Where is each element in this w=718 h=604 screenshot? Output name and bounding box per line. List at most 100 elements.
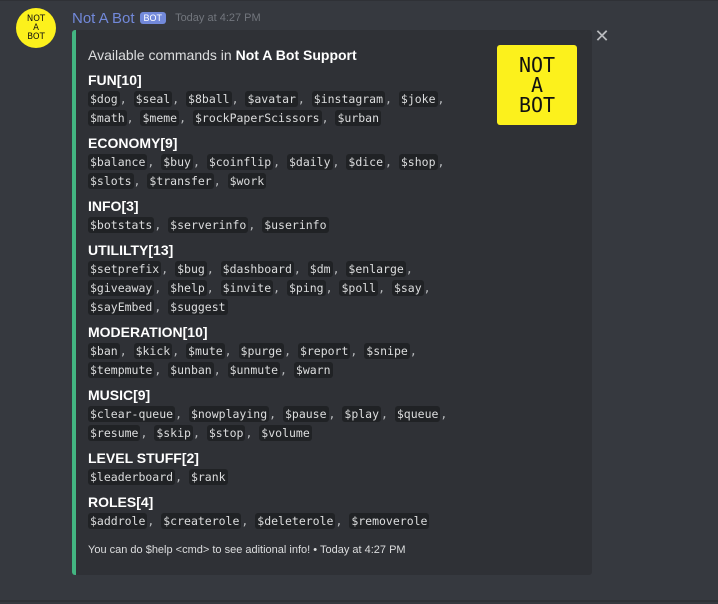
command-code: $tempmute: [88, 362, 155, 378]
command-section: LEVEL STUFF[2] $leaderboard, $rank: [88, 449, 488, 487]
command-separator: ,: [175, 407, 189, 421]
command-code: $volume: [259, 425, 312, 441]
command-separator: ,: [172, 344, 187, 358]
command-separator: ,: [154, 218, 169, 232]
embed-thumbnail[interactable]: NOT A BOT: [497, 45, 577, 125]
command-separator: ,: [273, 281, 287, 295]
command-code: $sayEmbed: [88, 299, 155, 315]
command-code: $dog: [88, 91, 120, 107]
command-separator: ,: [206, 281, 221, 295]
command-code: $bug: [175, 261, 207, 277]
command-separator: ,: [321, 111, 336, 125]
command-list: $clear-queue, $nowplaying, $pause, $play…: [88, 405, 488, 443]
embed: Available commands in Not A Bot Support …: [72, 30, 592, 575]
command-separator: ,: [147, 155, 162, 169]
command-separator: ,: [175, 470, 189, 484]
command-section: INFO[3] $botstats, $serverinfo, $userinfo: [88, 197, 488, 235]
command-code: $warn: [293, 362, 333, 378]
command-separator: ,: [179, 111, 193, 125]
command-code: $work: [227, 173, 267, 189]
command-separator: ,: [280, 363, 294, 377]
command-code: $suggest: [168, 299, 228, 315]
command-section: UTILILTY[13] $setprefix, $bug, $dashboard…: [88, 241, 488, 317]
command-separator: ,: [213, 363, 228, 377]
command-separator: ,: [241, 514, 256, 528]
command-code: $dashboard: [220, 261, 294, 277]
command-separator: ,: [133, 174, 148, 188]
section-title: UTILILTY[13]: [88, 242, 174, 258]
command-code: $poll: [339, 280, 379, 296]
command-separator: ,: [437, 92, 445, 106]
command-code: $unmute: [227, 362, 281, 378]
username[interactable]: Not A Bot: [72, 10, 135, 27]
command-separator: ,: [192, 426, 207, 440]
command-code: $shop: [398, 154, 438, 170]
command-code: $snipe: [364, 343, 410, 359]
command-section: ECONOMY[9] $balance, $buy, $coinflip, $da…: [88, 134, 488, 191]
command-code: $leaderboard: [88, 469, 176, 485]
command-separator: ,: [119, 92, 134, 106]
command-separator: ,: [332, 155, 347, 169]
command-code: $serverinfo: [168, 217, 249, 233]
command-separator: ,: [213, 174, 228, 188]
command-list: $leaderboard, $rank: [88, 468, 488, 487]
command-list: $dog, $seal, $8ball, $avatar, $instagram…: [88, 90, 488, 128]
command-separator: ,: [381, 407, 395, 421]
command-separator: ,: [126, 111, 141, 125]
command-code: $botstats: [88, 217, 155, 233]
top-divider: [0, 0, 718, 1]
command-section: MUSIC[9] $clear-queue, $nowplaying, $paus…: [88, 386, 488, 443]
command-separator: ,: [350, 344, 365, 358]
command-list: $setprefix, $bug, $dashboard, $dm, $enla…: [88, 260, 488, 317]
command-code: $stop: [206, 425, 246, 441]
message-header: Not A Bot BOT Today at 4:27 PM: [72, 9, 261, 27]
command-code: $slots: [88, 173, 134, 189]
close-icon[interactable]: ✕: [594, 28, 610, 46]
thumbnail-text-line: BOT: [518, 93, 556, 117]
command-separator: ,: [231, 92, 246, 106]
command-separator: ,: [297, 92, 312, 106]
command-separator: ,: [224, 344, 239, 358]
footer-separator: •: [310, 544, 320, 556]
command-code: $clear-queue: [88, 406, 176, 422]
command-separator: ,: [335, 514, 350, 528]
section-title: MODERATION[10]: [88, 324, 208, 340]
command-code: $ping: [286, 280, 326, 296]
command-code: $rockPaperScissors: [192, 110, 322, 126]
embed-footer: You can do $help <cmd> to see aditional …: [88, 544, 406, 556]
command-code: $pause: [282, 406, 329, 422]
command-code: $queue: [394, 406, 441, 422]
command-separator: ,: [328, 407, 343, 421]
command-code: $kick: [133, 343, 173, 359]
avatar[interactable]: NOT A BOT: [16, 8, 56, 48]
section-title: ECONOMY[9]: [88, 135, 178, 151]
embed-title-server: Not A Bot Support: [235, 47, 357, 63]
command-code: $meme: [140, 110, 180, 126]
command-code: $enlarge: [346, 261, 406, 277]
section-title: ROLES[4]: [88, 494, 154, 510]
command-separator: ,: [293, 262, 308, 276]
command-code: $skip: [154, 425, 193, 441]
thumbnail-text-line: NOT: [518, 53, 556, 77]
command-separator: ,: [284, 344, 298, 358]
command-code: $play: [342, 406, 382, 422]
command-code: $coinflip: [206, 154, 274, 170]
section-title: MUSIC[9]: [88, 387, 151, 403]
command-separator: ,: [385, 92, 399, 106]
command-code: $report: [297, 343, 351, 359]
command-section: FUN[10] $dog, $seal, $8ball, $avatar, $in…: [88, 71, 488, 128]
command-separator: ,: [423, 281, 431, 295]
command-separator: ,: [409, 344, 417, 358]
command-code: $instagram: [311, 91, 386, 107]
section-title: LEVEL STUFF[2]: [88, 450, 199, 466]
command-code: $joke: [398, 91, 438, 107]
command-list: $addrole, $createrole, $deleterole, $rem…: [88, 512, 488, 531]
command-code: $userinfo: [262, 217, 329, 233]
command-separator: ,: [119, 344, 134, 358]
command-code: $help: [168, 280, 207, 296]
command-code: $8ball: [186, 91, 232, 107]
embed-body: Available commands in Not A Bot Support …: [88, 47, 488, 537]
command-code: $math: [88, 110, 127, 126]
command-separator: ,: [273, 155, 287, 169]
footer-timestamp: Today at 4:27 PM: [319, 544, 406, 556]
